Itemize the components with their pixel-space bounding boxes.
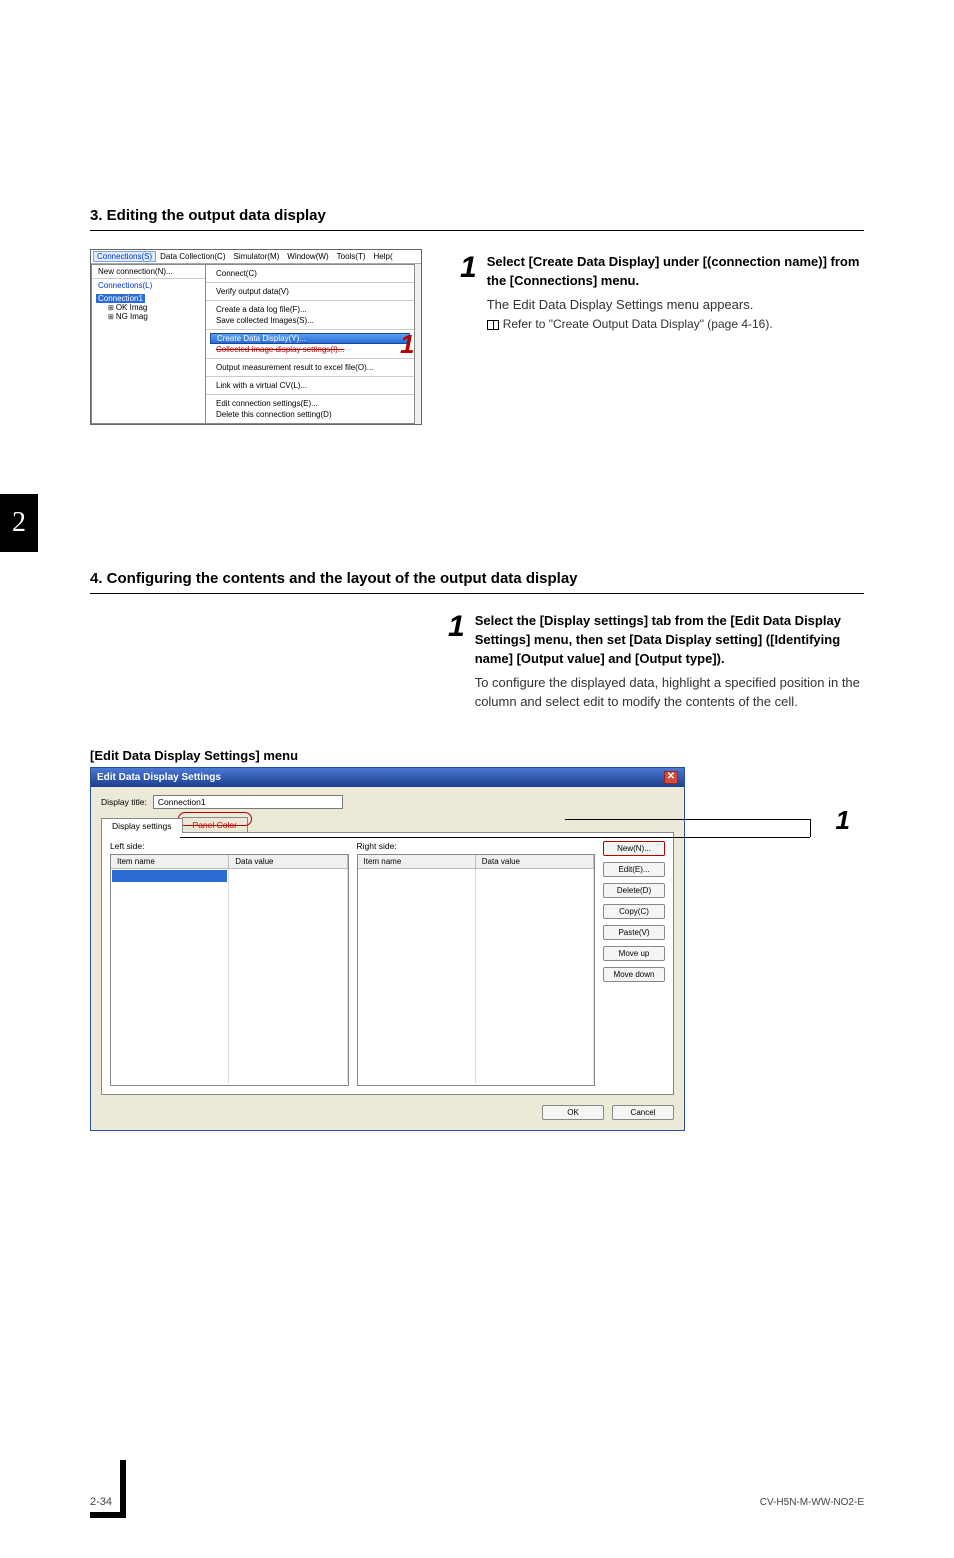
right-side-label: Right side:	[357, 841, 596, 851]
tab-panel-color[interactable]: Panel Color	[182, 817, 248, 832]
section3-heading: 3. Editing the output data display	[90, 207, 864, 231]
ctx-output-to-excel[interactable]: Output measurement result to excel file(…	[206, 362, 414, 373]
menubar-datacollection[interactable]: Data Collection(C)	[156, 251, 229, 262]
section4-heading: 4. Configuring the contents and the layo…	[90, 570, 864, 594]
col-header-data-value: Data value	[229, 855, 347, 868]
grid-action-buttons: New(N)... Edit(E)... Delete(D) Copy(C) P…	[603, 841, 665, 1086]
col-header-item-name: Item name	[111, 855, 229, 868]
menubar-connections[interactable]: Connections(S)	[93, 251, 156, 262]
step3-block: 1 Select [Create Data Display] under [(c…	[460, 253, 864, 331]
right-grid[interactable]: Item name Data value	[357, 854, 596, 1086]
doc-code: CV-H5N-M-WW-NO2-E	[760, 1497, 864, 1508]
left-side-label: Left side:	[110, 841, 349, 851]
menubar: Connections(S) Data Collection(C) Simula…	[91, 250, 421, 264]
edit-button[interactable]: Edit(E)...	[603, 862, 665, 877]
ctx-connect[interactable]: Connect(C)	[206, 268, 414, 279]
step-number: 1	[448, 612, 465, 712]
tab-display-settings[interactable]: Display settings	[101, 818, 183, 833]
dialog-titlebar: Edit Data Display Settings ✕	[91, 768, 684, 787]
step3-instruction: Select [Create Data Display] under [(con…	[487, 253, 864, 291]
menubar-simulator[interactable]: Simulator(M)	[230, 251, 284, 262]
ctx-verify-output[interactable]: Verify output data(V)	[206, 286, 414, 297]
menu-new-connection[interactable]: New connection(N)...	[92, 265, 205, 278]
page-number: 2-34	[90, 1496, 112, 1508]
step3-result: The Edit Data Display Settings menu appe…	[487, 295, 864, 315]
ok-button[interactable]: OK	[542, 1105, 604, 1120]
paste-button[interactable]: Paste(V)	[603, 925, 665, 940]
move-up-button[interactable]: Move up	[603, 946, 665, 961]
menubar-tools[interactable]: Tools(T)	[333, 251, 370, 262]
col-header-data-value: Data value	[476, 855, 594, 868]
ctx-image-display-settings[interactable]: Collected image display settings(I)...	[206, 344, 414, 355]
ctx-link-virtual-cv[interactable]: Link with a virtual CV(L)...	[206, 380, 414, 391]
figure-callout-1: 1	[400, 329, 414, 360]
step4-block: 1 Select the [Display settings] tab from…	[448, 612, 864, 712]
book-icon	[487, 320, 499, 330]
selected-cell[interactable]	[112, 870, 227, 882]
page-footer: 2-34 CV-H5N-M-WW-NO2-E	[90, 1496, 864, 1508]
tree-ok-imag[interactable]: OK Imag	[96, 303, 201, 312]
dialog-caption: [Edit Data Display Settings] menu	[90, 748, 864, 763]
menubar-help[interactable]: Help(	[370, 251, 397, 262]
ctx-create-data-display[interactable]: Create Data Display(Y)...	[210, 333, 410, 344]
step3-reference: Refer to "Create Output Data Display" (p…	[487, 317, 864, 331]
menu-connections-list[interactable]: Connections(L)	[92, 279, 205, 292]
col-header-item-name: Item name	[358, 855, 476, 868]
menubar-window[interactable]: Window(W)	[283, 251, 332, 262]
connections-dropdown: New connection(N)... Connections(L) Conn…	[91, 264, 206, 424]
figure-context-menu: Connections(S) Data Collection(C) Simula…	[90, 249, 430, 425]
connection-context-menu: Connect(C) Verify output data(V) Create …	[205, 264, 415, 424]
display-title-input[interactable]	[153, 795, 343, 809]
step4-body: To configure the displayed data, highlig…	[475, 673, 864, 712]
step-number: 1	[460, 253, 477, 331]
edit-data-display-settings-dialog: Edit Data Display Settings ✕ Display tit…	[90, 767, 685, 1131]
cancel-button[interactable]: Cancel	[612, 1105, 674, 1120]
ctx-edit-connection-settings[interactable]: Edit connection settings(E)...	[206, 398, 414, 409]
tree-connection1[interactable]: Connection1	[96, 294, 145, 303]
step4-instruction: Select the [Display settings] tab from t…	[475, 612, 864, 669]
left-grid[interactable]: Item name Data value	[110, 854, 349, 1086]
ctx-delete-connection[interactable]: Delete this connection setting(D)	[206, 409, 414, 420]
new-button[interactable]: New(N)...	[603, 841, 665, 856]
tree-ng-imag[interactable]: NG Imag	[96, 312, 201, 321]
ctx-create-log-file[interactable]: Create a data log file(F)...	[206, 304, 414, 315]
delete-button[interactable]: Delete(D)	[603, 883, 665, 898]
move-down-button[interactable]: Move down	[603, 967, 665, 982]
copy-button[interactable]: Copy(C)	[603, 904, 665, 919]
close-icon[interactable]: ✕	[664, 771, 678, 784]
dialog-title-text: Edit Data Display Settings	[97, 772, 221, 783]
figure-dialog: 1 Edit Data Display Settings ✕ Display t…	[90, 767, 690, 1131]
figure-callout-1: 1	[836, 805, 850, 836]
display-title-label: Display title:	[101, 797, 147, 807]
footer-mark	[120, 1460, 126, 1518]
ctx-save-images[interactable]: Save collected Images(S)...	[206, 315, 414, 326]
